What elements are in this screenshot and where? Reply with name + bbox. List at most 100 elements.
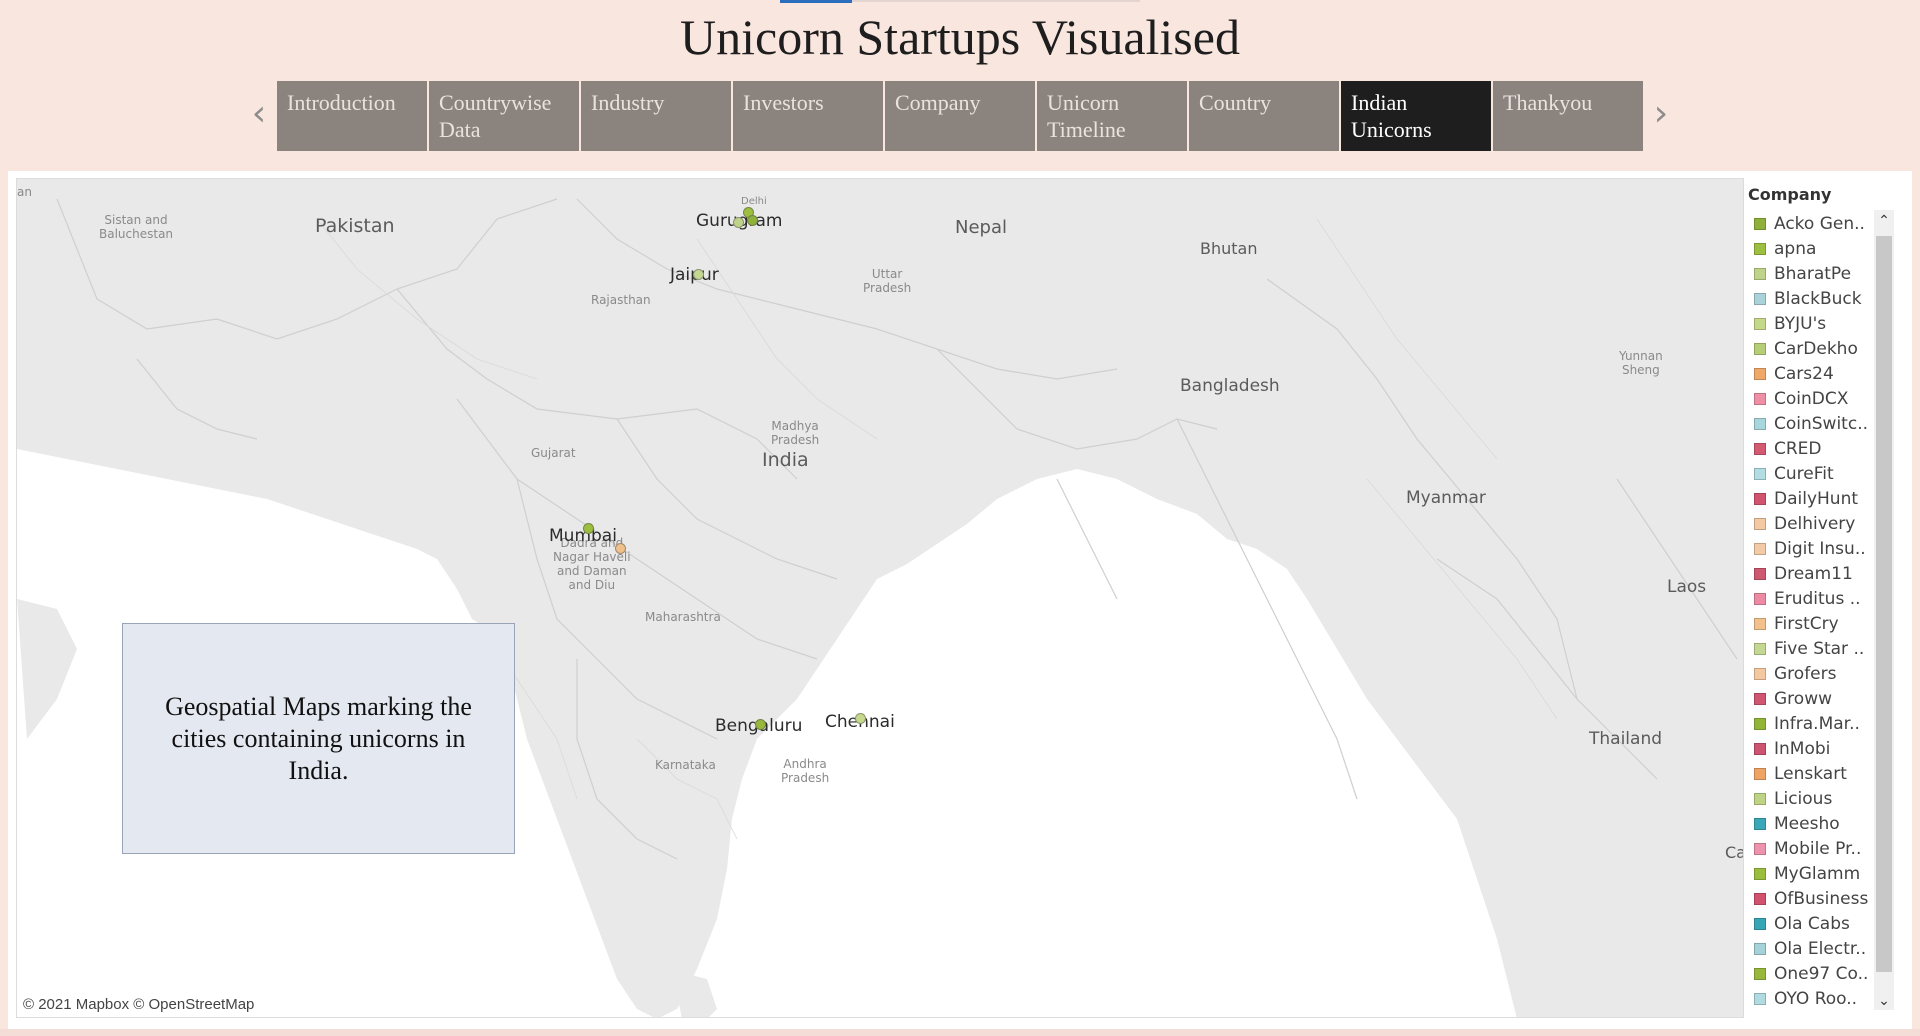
chevron-left-icon[interactable]: ‹ [246, 96, 272, 132]
legend-swatch [1754, 367, 1766, 380]
legend-swatch [1754, 242, 1766, 255]
legend-swatch [1754, 392, 1766, 405]
legend-item[interactable]: OfBusiness [1748, 886, 1888, 911]
legend-item[interactable]: Lenskart [1748, 761, 1888, 786]
top-accent-bar [780, 0, 852, 3]
legend-swatch [1754, 992, 1766, 1005]
legend-item[interactable]: InMobi [1748, 736, 1888, 761]
india-map[interactable]: an Sistan and Baluchestan Pakistan Nepal… [16, 178, 1744, 1018]
unicorn-marker-mumbai[interactable] [583, 523, 594, 534]
unicorn-marker-chennai[interactable] [855, 713, 866, 724]
legend-label: Lenskart [1774, 763, 1847, 784]
scrollbar-thumb[interactable] [1876, 236, 1892, 972]
legend-label: DailyHunt [1774, 488, 1859, 509]
tab-company[interactable]: Company [885, 81, 1035, 151]
legend-swatch [1754, 667, 1766, 680]
legend-item[interactable]: FirstCry [1748, 611, 1888, 636]
tab-investors[interactable]: Investors [733, 81, 883, 151]
tab-industry[interactable]: Industry [581, 81, 731, 151]
legend-item[interactable]: CureFit [1748, 461, 1888, 486]
legend-item[interactable]: Digit Insu.. [1748, 536, 1888, 561]
tab-indian-unicorns[interactable]: Indian Unicorns [1341, 81, 1491, 151]
legend-item[interactable]: One97 Co.. [1748, 961, 1888, 986]
legend-item[interactable]: Meesho [1748, 811, 1888, 836]
legend-item[interactable]: Groww [1748, 686, 1888, 711]
legend-swatch [1754, 492, 1766, 505]
legend-item[interactable]: Acko Gen.. [1748, 211, 1888, 236]
map-label-andhra-pradesh: Andhra Pradesh [781, 757, 830, 785]
legend-swatch [1754, 617, 1766, 630]
legend-item[interactable]: apna [1748, 236, 1888, 261]
map-label-nepal: Nepal [955, 217, 1007, 238]
unicorn-marker-bengaluru[interactable] [755, 719, 766, 730]
legend-label: BYJU's [1774, 313, 1827, 334]
legend-item[interactable]: MyGlamm [1748, 861, 1888, 886]
chevron-down-icon[interactable]: ⌄ [1874, 990, 1894, 1010]
map-label-yunnan: Yunnan Sheng [1619, 349, 1663, 377]
legend-item[interactable]: BharatPe [1748, 261, 1888, 286]
map-label-myanmar: Myanmar [1406, 488, 1486, 508]
legend-label: One97 Co.. [1774, 963, 1869, 984]
legend-item[interactable]: Mobile Pr.. [1748, 836, 1888, 861]
tab-countrywise-data[interactable]: Countrywise Data [429, 81, 579, 151]
legend-item[interactable]: CoinDCX [1748, 386, 1888, 411]
legend-item[interactable]: OYO Roo.. [1748, 986, 1888, 1011]
legend-swatch [1754, 917, 1766, 930]
legend-item[interactable]: Dream11 [1748, 561, 1888, 586]
map-label-gujarat: Gujarat [531, 446, 576, 460]
legend-swatch [1754, 817, 1766, 830]
tab-unicorn-timeline[interactable]: Unicorn Timeline [1037, 81, 1187, 151]
tab-introduction[interactable]: Introduction [277, 81, 427, 151]
map-label-pakistan: Pakistan [315, 215, 395, 237]
legend-label: CoinSwitc.. [1774, 413, 1869, 434]
legend-scrollbar[interactable]: ⌃ ⌄ [1874, 210, 1894, 1010]
legend-label: Infra.Mar.. [1774, 713, 1860, 734]
unicorn-marker-gurugram-2[interactable] [747, 215, 758, 226]
legend-label: CoinDCX [1774, 388, 1849, 409]
legend-item[interactable]: Ola Cabs [1748, 911, 1888, 936]
legend-item[interactable]: Eruditus .. [1748, 586, 1888, 611]
legend-item[interactable]: Licious [1748, 786, 1888, 811]
legend-label: Digit Insu.. [1774, 538, 1866, 559]
map-label-rajasthan: Rajasthan [591, 293, 651, 307]
chevron-right-icon[interactable]: › [1648, 96, 1674, 132]
legend-item[interactable]: BlackBuck [1748, 286, 1888, 311]
legend-item[interactable]: CoinSwitc.. [1748, 411, 1888, 436]
map-label-thailand: Thailand [1589, 729, 1663, 749]
legend-label: Meesho [1774, 813, 1840, 834]
tab-country[interactable]: Country [1189, 81, 1339, 151]
legend-item[interactable]: CarDekho [1748, 336, 1888, 361]
legend-swatch [1754, 892, 1766, 905]
map-label-sistan: Sistan and Baluchestan [99, 213, 174, 241]
legend-swatch [1754, 292, 1766, 305]
legend-label: Eruditus .. [1774, 588, 1861, 609]
legend-item[interactable]: Delhivery [1748, 511, 1888, 536]
legend-item[interactable]: DailyHunt [1748, 486, 1888, 511]
legend-swatch [1754, 592, 1766, 605]
legend-label: Groww [1774, 688, 1832, 709]
legend-swatch [1754, 942, 1766, 955]
legend-item[interactable]: Five Star .. [1748, 636, 1888, 661]
legend-item[interactable]: Cars24 [1748, 361, 1888, 386]
map-description-note: Geospatial Maps marking the cities conta… [122, 623, 515, 854]
legend-item[interactable]: Grofers [1748, 661, 1888, 686]
legend-item[interactable]: Infra.Mar.. [1748, 711, 1888, 736]
map-label-laos: Laos [1667, 577, 1707, 597]
bottom-strip [0, 1029, 1920, 1036]
story-tabs: Introduction Countrywise Data Industry I… [277, 81, 1645, 151]
legend-item[interactable]: Ola Electr.. [1748, 936, 1888, 961]
legend-label: FirstCry [1774, 613, 1839, 634]
unicorn-marker-jaipur[interactable] [693, 269, 704, 280]
legend-label: BlackBuck [1774, 288, 1862, 309]
legend-item[interactable]: BYJU's [1748, 311, 1888, 336]
map-attribution: © 2021 Mapbox © OpenStreetMap [23, 996, 255, 1013]
legend-label: Dream11 [1774, 563, 1853, 584]
unicorn-marker-gurugram[interactable] [733, 217, 744, 228]
legend-label: Delhivery [1774, 513, 1856, 534]
unicorn-marker-pune[interactable] [615, 543, 626, 554]
tab-thankyou[interactable]: Thankyou [1493, 81, 1643, 151]
chevron-up-icon[interactable]: ⌃ [1874, 210, 1894, 230]
legend-item[interactable]: CRED [1748, 436, 1888, 461]
legend-label: Grofers [1774, 663, 1837, 684]
map-label-uttar-pradesh: Uttar Pradesh [863, 267, 912, 295]
